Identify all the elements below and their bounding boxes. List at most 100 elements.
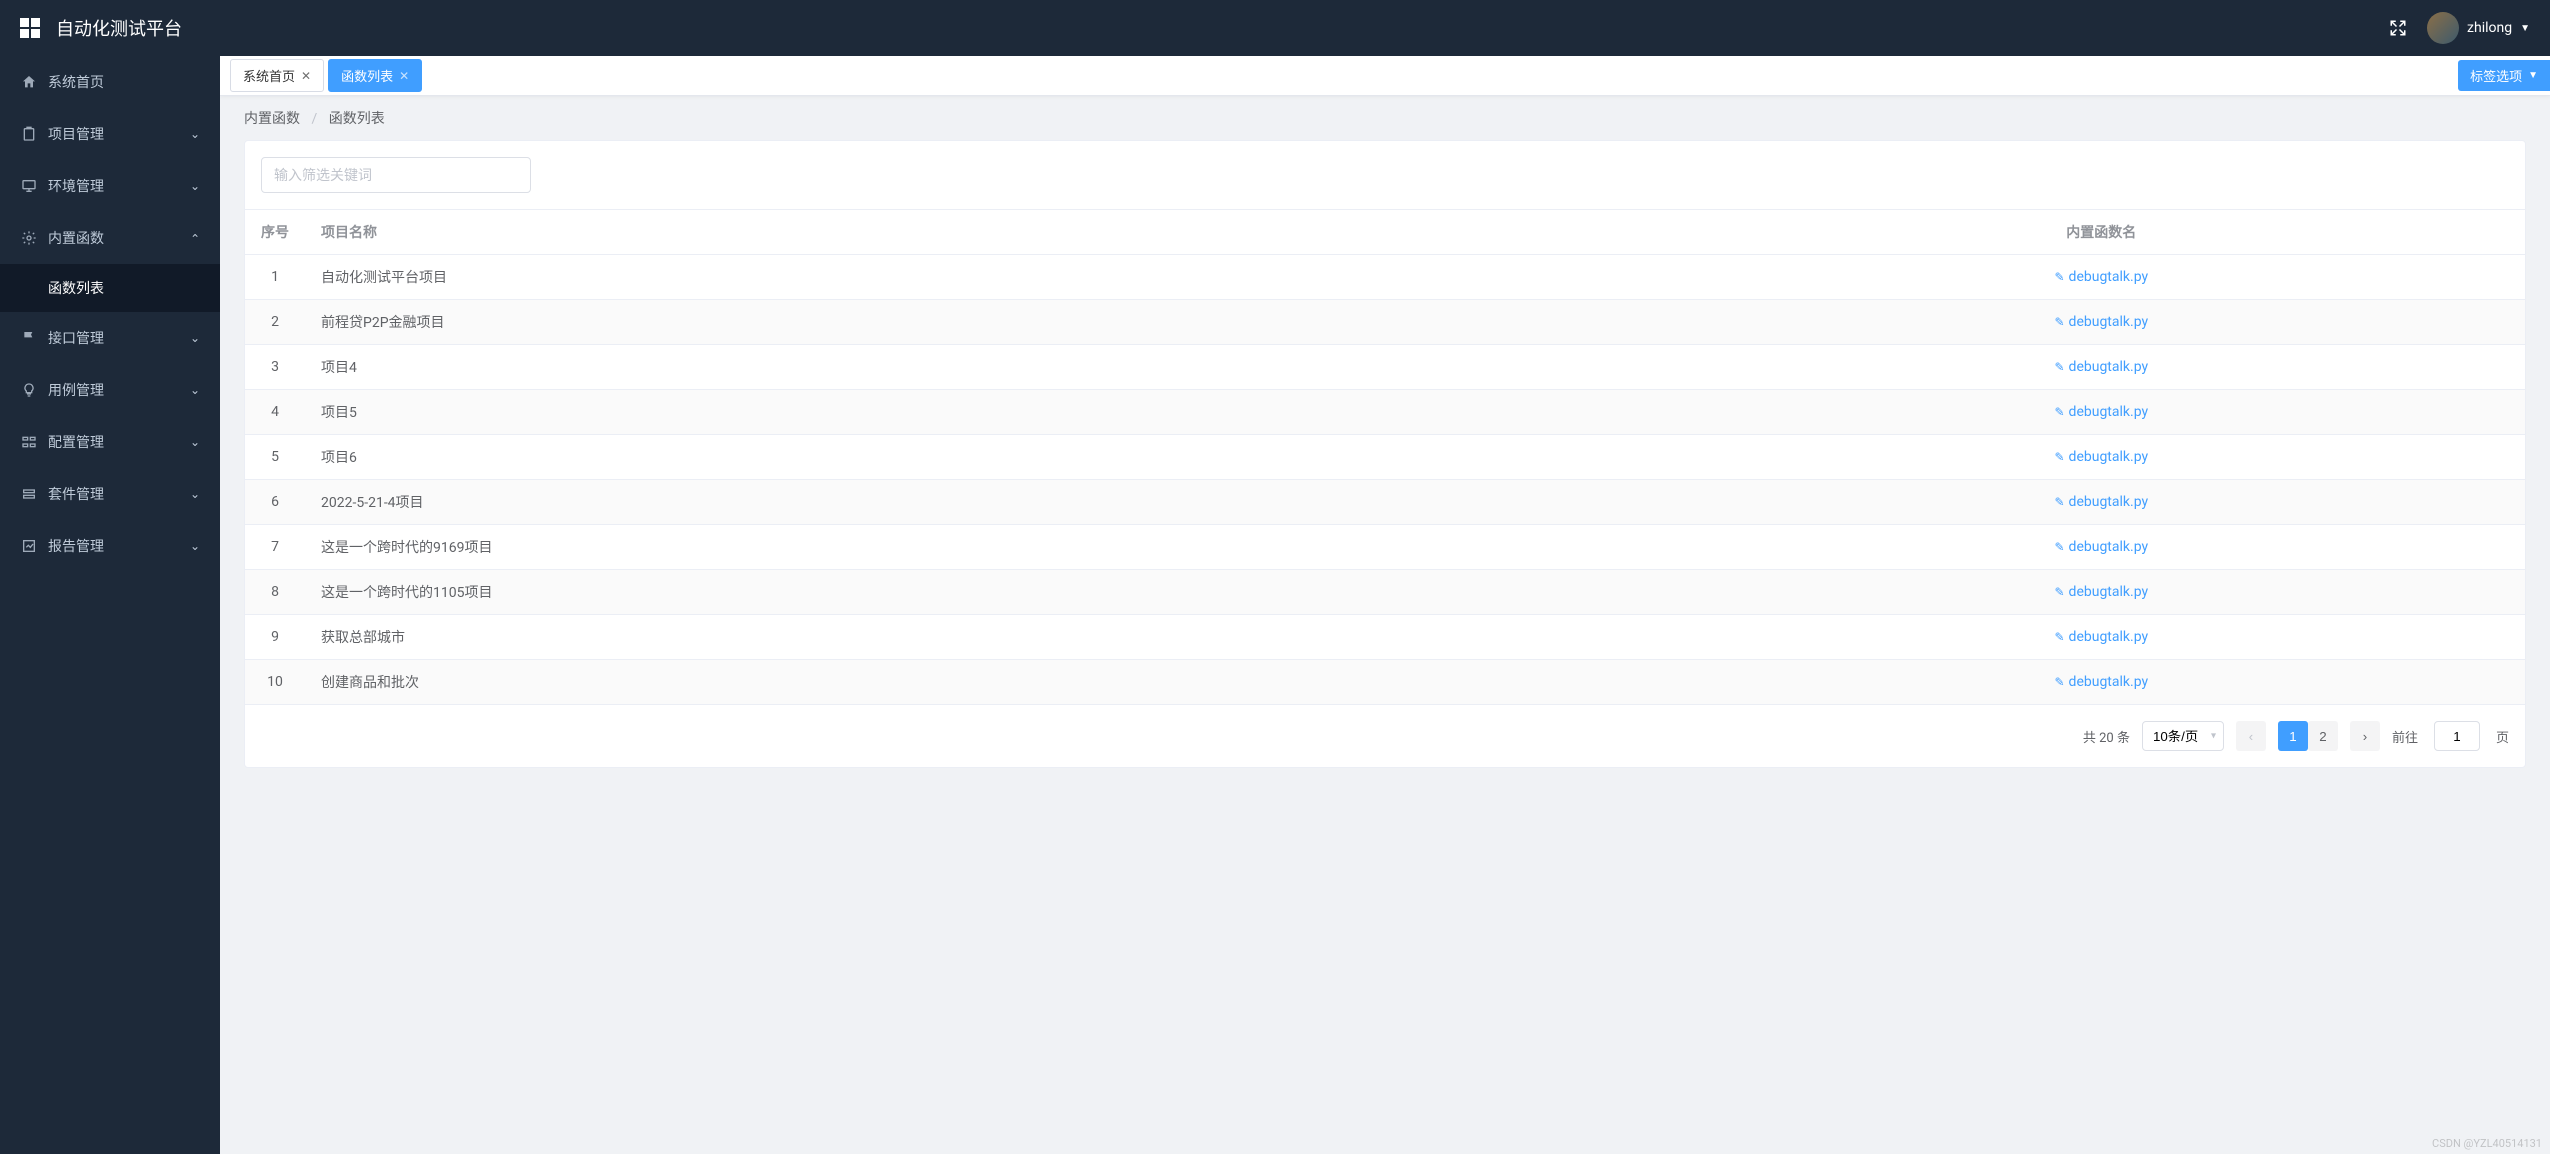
tab[interactable]: 系统首页 ✕	[230, 59, 324, 92]
watermark: CSDN @YZL40514131	[2432, 1137, 2542, 1150]
username: zhilong	[2467, 20, 2512, 36]
function-link[interactable]: ✎debugtalk.py	[2054, 629, 2148, 645]
gear-icon	[20, 229, 38, 247]
edit-icon: ✎	[2054, 630, 2064, 644]
cell-index: 6	[245, 480, 305, 525]
sidebar-item-gear[interactable]: 内置函数⌄	[0, 212, 220, 264]
page-next-button[interactable]: ›	[2350, 721, 2380, 751]
cell-name: 自动化测试平台项目	[305, 255, 1678, 300]
sidebar-item-sliders[interactable]: 配置管理⌄	[0, 416, 220, 468]
sidebar-item-chart[interactable]: 报告管理⌄	[0, 520, 220, 572]
cell-name: 项目6	[305, 435, 1678, 480]
sidebar-item-label: 项目管理	[48, 124, 190, 144]
table-row: 10创建商品和批次✎debugtalk.py	[245, 660, 2525, 705]
cell-name: 项目4	[305, 345, 1678, 390]
chevron-down-icon: ⌄	[190, 127, 200, 141]
sidebar-item-monitor[interactable]: 环境管理⌄	[0, 160, 220, 212]
fullscreen-icon[interactable]	[2389, 19, 2407, 37]
table-row: 8这是一个跨时代的1105项目✎debugtalk.py	[245, 570, 2525, 615]
pagination-jump-prefix: 前往	[2392, 727, 2418, 746]
sidebar-item-home[interactable]: 系统首页	[0, 56, 220, 108]
layers-icon	[20, 485, 38, 503]
logo-icon[interactable]	[20, 18, 40, 38]
page-size-select[interactable]: 10条/页	[2142, 721, 2224, 751]
sidebar-item-label: 系统首页	[48, 72, 200, 92]
edit-icon: ✎	[2054, 450, 2064, 464]
page-jump-input[interactable]	[2434, 721, 2480, 751]
cell-index: 4	[245, 390, 305, 435]
sidebar-item-bulb[interactable]: 用例管理⌄	[0, 364, 220, 416]
function-link[interactable]: ✎debugtalk.py	[2054, 359, 2148, 375]
sidebar-item-label: 内置函数	[48, 228, 190, 248]
breadcrumb-current: 函数列表	[329, 111, 385, 127]
function-table: 序号 项目名称 内置函数名 1自动化测试平台项目✎debugtalk.py2前程…	[245, 209, 2525, 705]
header: 自动化测试平台 zhilong ▼	[0, 0, 2550, 56]
close-icon[interactable]: ✕	[301, 69, 311, 83]
sidebar-item-layers[interactable]: 套件管理⌄	[0, 468, 220, 520]
chevron-down-icon: ⌄	[190, 383, 200, 397]
header-right: zhilong ▼	[2389, 12, 2530, 44]
sidebar-item-label: 用例管理	[48, 380, 190, 400]
tab-options-label: 标签选项	[2470, 66, 2522, 85]
function-link[interactable]: ✎debugtalk.py	[2054, 449, 2148, 465]
edit-icon: ✎	[2054, 315, 2064, 329]
table-row: 9获取总部城市✎debugtalk.py	[245, 615, 2525, 660]
function-link[interactable]: ✎debugtalk.py	[2054, 269, 2148, 285]
cell-name: 前程贷P2P金融项目	[305, 300, 1678, 345]
avatar	[2427, 12, 2459, 44]
tab[interactable]: 函数列表 ✕	[328, 59, 422, 92]
home-icon	[20, 73, 38, 91]
sidebar-item-label: 接口管理	[48, 328, 190, 348]
table-row: 7这是一个跨时代的9169项目✎debugtalk.py	[245, 525, 2525, 570]
sliders-icon	[20, 433, 38, 451]
sidebar-item-label: 报告管理	[48, 536, 190, 556]
cell-name: 2022-5-21-4项目	[305, 480, 1678, 525]
chevron-down-icon: ⌄	[190, 231, 200, 245]
clipboard-icon	[20, 125, 38, 143]
sidebar-subitem[interactable]: 函数列表	[0, 264, 220, 312]
tab-label: 函数列表	[341, 66, 393, 85]
sidebar-item-clipboard[interactable]: 项目管理⌄	[0, 108, 220, 160]
cell-index: 3	[245, 345, 305, 390]
page-prev-button[interactable]: ‹	[2236, 721, 2266, 751]
header-left: 自动化测试平台	[20, 15, 182, 41]
caret-down-icon: ▼	[2528, 70, 2538, 81]
cell-index: 8	[245, 570, 305, 615]
tab-options-button[interactable]: 标签选项 ▼	[2458, 60, 2550, 91]
cell-index: 1	[245, 255, 305, 300]
chevron-down-icon: ⌄	[190, 539, 200, 553]
edit-icon: ✎	[2054, 495, 2064, 509]
chevron-down-icon: ⌄	[190, 179, 200, 193]
edit-icon: ✎	[2054, 585, 2064, 599]
cell-index: 2	[245, 300, 305, 345]
page-number-button[interactable]: 2	[2308, 721, 2338, 751]
function-link[interactable]: ✎debugtalk.py	[2054, 539, 2148, 555]
close-icon[interactable]: ✕	[399, 69, 409, 83]
pagination-jump-suffix: 页	[2496, 727, 2509, 746]
table-row: 1自动化测试平台项目 ✎debugtalk.py	[245, 255, 2525, 300]
breadcrumb-root[interactable]: 内置函数	[244, 111, 300, 127]
table-row: 3项目4 ✎debugtalk.py	[245, 345, 2525, 390]
pagination: 共 20 条 10条/页 ‹ 12 › 前往 页	[245, 705, 2525, 767]
function-link[interactable]: ✎debugtalk.py	[2054, 404, 2148, 420]
monitor-icon	[20, 177, 38, 195]
edit-icon: ✎	[2054, 360, 2064, 374]
filter-input[interactable]	[261, 157, 531, 193]
sidebar-item-label: 环境管理	[48, 176, 190, 196]
sidebar-item-label: 套件管理	[48, 484, 190, 504]
function-link[interactable]: ✎debugtalk.py	[2054, 584, 2148, 600]
col-header-name: 项目名称	[305, 210, 1678, 255]
sidebar-item-label: 配置管理	[48, 432, 190, 452]
user-menu[interactable]: zhilong ▼	[2427, 12, 2530, 44]
function-link[interactable]: ✎debugtalk.py	[2054, 674, 2148, 690]
sidebar-item-flag[interactable]: 接口管理⌄	[0, 312, 220, 364]
chevron-down-icon: ⌄	[190, 487, 200, 501]
breadcrumb: 内置函数 / 函数列表	[220, 96, 2550, 140]
page-number-button[interactable]: 1	[2278, 721, 2308, 751]
function-link[interactable]: ✎debugtalk.py	[2054, 494, 2148, 510]
cell-name: 创建商品和批次	[305, 660, 1678, 705]
table-row: 4项目5✎debugtalk.py	[245, 390, 2525, 435]
flag-icon	[20, 329, 38, 347]
function-link[interactable]: ✎debugtalk.py	[2054, 314, 2148, 330]
tab-label: 系统首页	[243, 66, 295, 85]
